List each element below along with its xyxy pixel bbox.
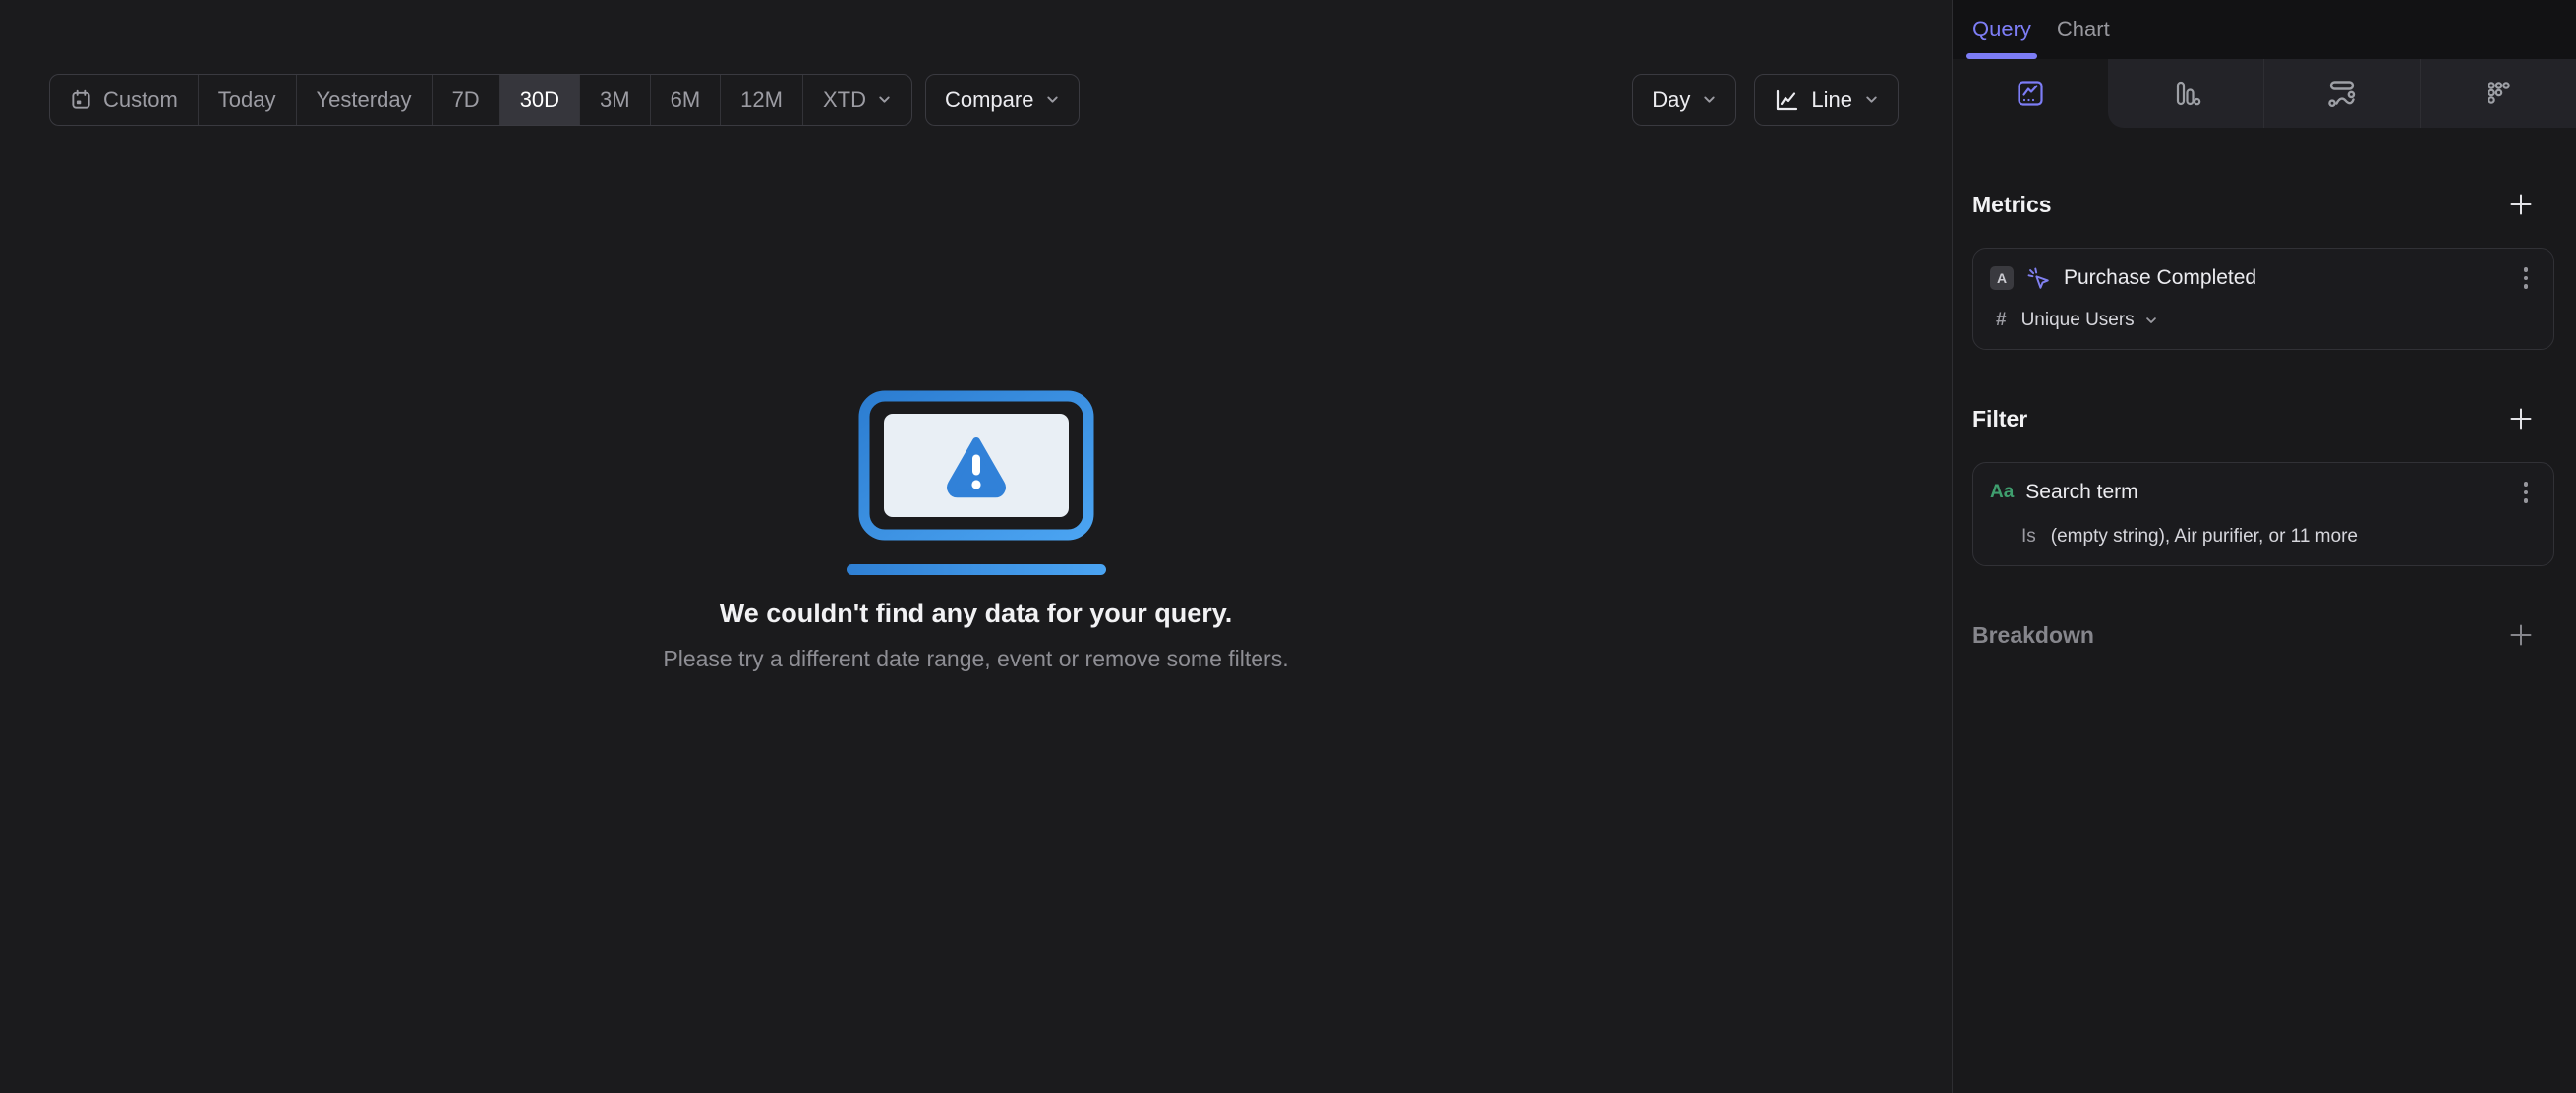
add-metric-button[interactable]	[2503, 187, 2539, 222]
tab-chart-label: Chart	[2056, 17, 2110, 41]
empty-state: We couldn't find any data for your query…	[0, 390, 1952, 672]
tab-chart[interactable]: Chart	[2055, 0, 2112, 59]
monitor-warning-icon	[846, 390, 1106, 575]
range-30d[interactable]: 30D	[498, 75, 580, 125]
add-filter-button[interactable]	[2503, 401, 2539, 436]
range-label: 12M	[740, 86, 783, 112]
filter-title: Filter	[1972, 405, 2028, 431]
range-today[interactable]: Today	[197, 75, 296, 125]
range-custom[interactable]: Custom	[50, 75, 198, 125]
breakdown-section-header: Breakdown	[1972, 617, 2554, 653]
compare-button[interactable]: Compare	[924, 74, 1081, 126]
range-yesterday[interactable]: Yesterday	[295, 75, 432, 125]
string-property-icon: Aa	[1990, 482, 2015, 502]
compare-label: Compare	[944, 86, 1034, 112]
range-6m[interactable]: 6M	[649, 75, 721, 125]
filter-operator[interactable]: Is	[2021, 526, 2036, 547]
query-builder-panel: Metrics A Purchase Completed # Unique Us…	[1953, 128, 2576, 1093]
range-label: Today	[217, 86, 276, 112]
breakdown-title: Breakdown	[1972, 621, 2094, 648]
metric-letter-badge: A	[1990, 266, 2014, 290]
filter-values[interactable]: (empty string), Air purifier, or 11 more	[2051, 526, 2358, 547]
filter-condition-row: Is (empty string), Air purifier, or 11 m…	[1990, 526, 2536, 547]
flows-wave-icon	[2326, 78, 2358, 109]
range-label: 6M	[670, 86, 701, 112]
aggregation-label: Unique Users	[2020, 310, 2135, 330]
filter-section-header: Filter	[1972, 401, 2554, 436]
funnels-bars-icon	[2170, 78, 2201, 109]
range-3m[interactable]: 3M	[579, 75, 650, 125]
tab-query[interactable]: Query	[1966, 0, 2037, 59]
report-tab-insights[interactable]	[1953, 59, 2108, 128]
range-label: XTD	[822, 86, 866, 112]
chart-controls: Day Line	[1632, 74, 1899, 126]
tab-query-label: Query	[1972, 17, 2031, 41]
add-breakdown-button[interactable]	[2503, 617, 2539, 653]
aggregation-dropdown[interactable]: Unique Users	[2021, 310, 2158, 331]
chevron-down-icon	[1864, 92, 1879, 107]
app-window: Custom Today Yesterday 7D 30D 3M 6M 12M …	[0, 0, 2576, 1093]
filter-row: Aa Search term	[1990, 478, 2536, 507]
calendar-icon	[70, 88, 92, 111]
empty-state-subtitle: Please try a different date range, event…	[663, 646, 1289, 671]
metrics-title: Metrics	[1972, 191, 2052, 217]
metric-card[interactable]: A Purchase Completed # Unique Users	[1972, 248, 2554, 350]
report-tab-flows[interactable]	[2263, 59, 2420, 128]
report-tab-retention[interactable]	[2420, 59, 2576, 128]
granularity-dropdown[interactable]: Day	[1632, 74, 1737, 126]
report-tab-funnels[interactable]	[2108, 59, 2263, 128]
chevron-down-icon	[1045, 92, 1060, 107]
retention-dots-icon	[2483, 78, 2514, 109]
chart-type-label: Line	[1811, 86, 1852, 112]
range-xtd[interactable]: XTD	[801, 75, 911, 125]
line-chart-icon	[1774, 87, 1799, 113]
metrics-section-header: Metrics	[1972, 187, 2554, 222]
empty-state-title: We couldn't find any data for your query…	[719, 599, 1233, 628]
chevron-down-icon	[877, 92, 892, 107]
range-7d[interactable]: 7D	[431, 75, 499, 125]
metric-aggregation-row: # Unique Users	[1990, 310, 2536, 331]
report-toolbar: Custom Today Yesterday 7D 30D 3M 6M 12M …	[49, 74, 1899, 126]
range-12m[interactable]: 12M	[720, 75, 802, 125]
range-label: Yesterday	[316, 86, 412, 112]
report-type-tabs	[1953, 59, 2576, 128]
metric-menu-button[interactable]	[2518, 263, 2535, 293]
filter-card[interactable]: Aa Search term Is (empty string), Air pu…	[1972, 462, 2554, 566]
filter-menu-button[interactable]	[2518, 478, 2535, 507]
report-canvas: Custom Today Yesterday 7D 30D 3M 6M 12M …	[0, 0, 1952, 1093]
metric-name[interactable]: Purchase Completed	[2064, 266, 2506, 290]
range-label: 3M	[600, 86, 630, 112]
date-controls: Custom Today Yesterday 7D 30D 3M 6M 12M …	[49, 74, 1081, 126]
chart-type-dropdown[interactable]: Line	[1754, 74, 1899, 126]
granularity-label: Day	[1652, 86, 1691, 112]
chevron-down-icon	[2144, 314, 2158, 327]
filter-property-name[interactable]: Search term	[2025, 481, 2505, 504]
sidebar-tab-bar: Query Chart	[1953, 0, 2576, 59]
count-symbol: #	[1996, 310, 2007, 330]
date-range-segmented-control: Custom Today Yesterday 7D 30D 3M 6M 12M …	[49, 74, 912, 126]
range-label: 7D	[451, 86, 480, 112]
range-label: Custom	[103, 86, 178, 112]
click-event-icon	[2025, 265, 2052, 292]
chevron-down-icon	[1702, 92, 1717, 107]
insights-chart-icon	[2015, 78, 2046, 109]
range-label: 30D	[519, 86, 560, 112]
query-builder-sidebar: Query Chart Metrics A Purchase Completed…	[1953, 0, 2576, 1093]
metric-row: A Purchase Completed	[1990, 263, 2536, 293]
